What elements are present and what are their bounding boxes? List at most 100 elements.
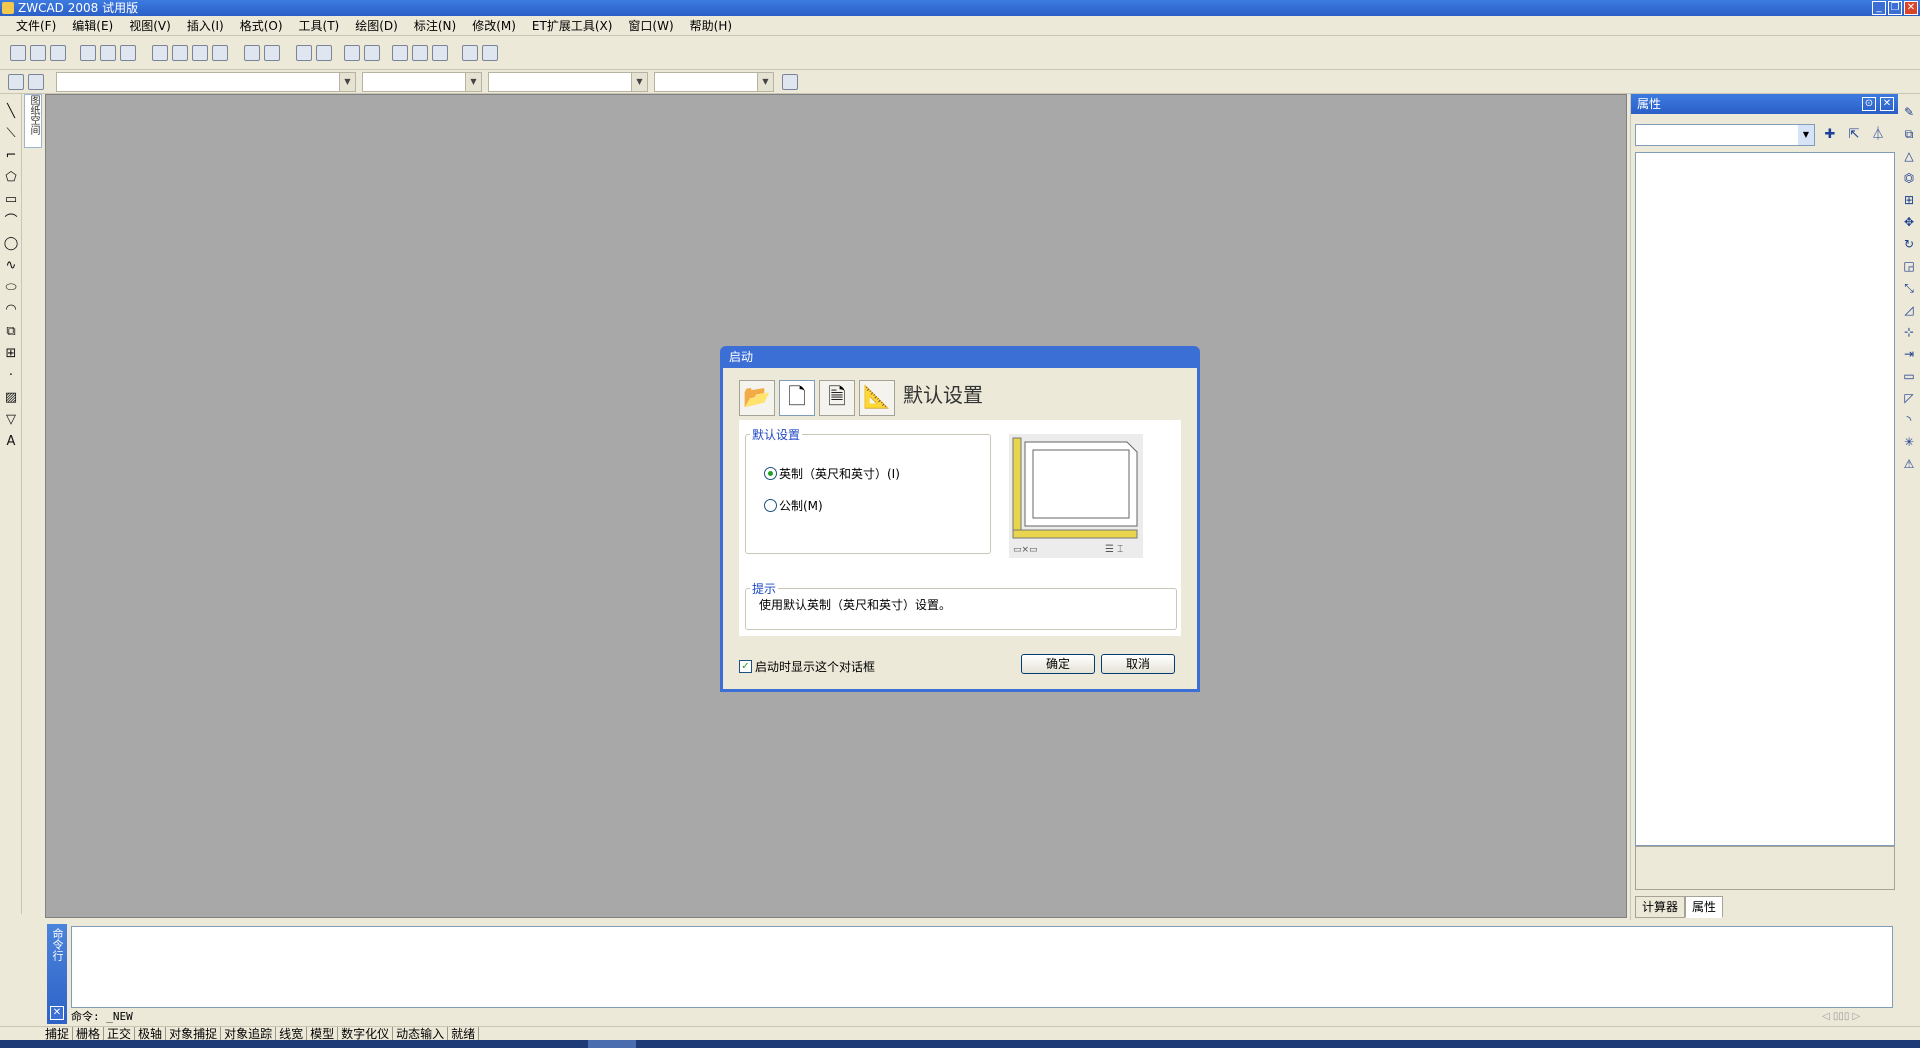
- ellipse-icon[interactable]: ⬭: [3, 280, 19, 296]
- undo-icon[interactable]: [244, 45, 260, 61]
- publish-icon[interactable]: [120, 45, 136, 61]
- design-center-icon[interactable]: [412, 45, 428, 61]
- copy-object-icon[interactable]: ⧉: [1901, 126, 1917, 142]
- zoom-window-icon[interactable]: [344, 45, 360, 61]
- zoom-previous-icon[interactable]: [364, 45, 380, 61]
- restore-icon[interactable]: ❐: [1888, 1, 1902, 15]
- erase-icon[interactable]: ✎: [1901, 104, 1917, 120]
- status-osnap[interactable]: 对象捕捉: [166, 1027, 222, 1041]
- menu-help[interactable]: 帮助(H): [682, 16, 740, 36]
- template-icon[interactable]: 🗎: [819, 380, 855, 416]
- layer-manager-icon[interactable]: [8, 74, 24, 90]
- close-icon[interactable]: ✕: [50, 1006, 64, 1020]
- object-type-dropdown[interactable]: ▼: [1635, 124, 1815, 146]
- copy-icon[interactable]: [172, 45, 188, 61]
- menu-modify[interactable]: 修改(M): [464, 16, 524, 36]
- arc-icon[interactable]: ⌒: [3, 214, 19, 230]
- text-icon[interactable]: A: [3, 434, 19, 450]
- color-dropdown[interactable]: ▼: [362, 72, 482, 92]
- select-objects-icon[interactable]: ⇱: [1845, 126, 1863, 144]
- toggle-pickadd-icon[interactable]: ⏃: [1869, 126, 1887, 144]
- status-ortho[interactable]: 正交: [104, 1027, 136, 1041]
- status-grid[interactable]: 栅格: [73, 1027, 105, 1041]
- command-line[interactable]: 命令: _NEW: [71, 1010, 1893, 1024]
- status-snap[interactable]: 捕捉: [42, 1027, 74, 1041]
- polygon-icon[interactable]: ⬠: [3, 170, 19, 186]
- menu-file[interactable]: 文件(F): [8, 16, 64, 36]
- command-scrollbar[interactable]: ◁ ▯▯▯ ▷: [1822, 1010, 1894, 1024]
- menu-tools[interactable]: 工具(T): [291, 16, 348, 36]
- line-icon[interactable]: ╲: [3, 104, 19, 120]
- offset-icon[interactable]: ⏣: [1901, 170, 1917, 186]
- menu-et-tools[interactable]: ET扩展工具(X): [524, 16, 621, 36]
- ok-button[interactable]: 确定: [1021, 654, 1095, 674]
- construction-line-icon[interactable]: ⟍: [3, 126, 19, 142]
- break-icon[interactable]: ▭: [1901, 368, 1917, 384]
- array-icon[interactable]: ⊞: [1901, 192, 1917, 208]
- minimize-icon[interactable]: _: [1872, 1, 1886, 15]
- mirror-icon[interactable]: △: [1901, 148, 1917, 164]
- trim-icon[interactable]: ⊹: [1901, 324, 1917, 340]
- find-icon[interactable]: [462, 45, 478, 61]
- extend-icon[interactable]: ⇥: [1901, 346, 1917, 362]
- default-settings-icon[interactable]: 🗋: [779, 380, 815, 416]
- menu-draw[interactable]: 绘图(D): [347, 16, 406, 36]
- lengthen-icon[interactable]: ◿: [1901, 302, 1917, 318]
- status-dynamic-input[interactable]: 动态输入: [393, 1027, 449, 1041]
- lineweight-dropdown[interactable]: ▼: [654, 72, 774, 92]
- cancel-button[interactable]: 取消: [1101, 654, 1175, 674]
- layout-tab[interactable]: 图纸空间: [24, 94, 42, 148]
- status-polar[interactable]: 极轴: [135, 1027, 167, 1041]
- tab-properties[interactable]: 属性: [1685, 896, 1724, 918]
- spline-icon[interactable]: ∿: [3, 258, 19, 274]
- redo-icon[interactable]: [264, 45, 280, 61]
- move-icon[interactable]: ✥: [1901, 214, 1917, 230]
- cut-icon[interactable]: [152, 45, 168, 61]
- ellipse-arc-icon[interactable]: ◠: [3, 302, 19, 318]
- menu-format[interactable]: 格式(O): [232, 16, 291, 36]
- print-preview-icon[interactable]: [100, 45, 116, 61]
- imperial-radio[interactable]: 英制（英尺和英寸）(I): [764, 465, 900, 482]
- region-icon[interactable]: ▽: [3, 412, 19, 428]
- close-icon[interactable]: ✕: [1880, 97, 1894, 111]
- rotate-icon[interactable]: ↻: [1901, 236, 1917, 252]
- tool-palette-icon[interactable]: [432, 45, 448, 61]
- properties-icon[interactable]: [392, 45, 408, 61]
- new-icon[interactable]: [10, 45, 26, 61]
- status-otrack[interactable]: 对象追踪: [221, 1027, 277, 1041]
- chamfer-icon[interactable]: ◸: [1901, 390, 1917, 406]
- property-list[interactable]: [1635, 152, 1895, 846]
- menu-window[interactable]: 窗口(W): [620, 16, 681, 36]
- help-icon[interactable]: [482, 45, 498, 61]
- rectangle-icon[interactable]: ▭: [3, 192, 19, 208]
- pan-icon[interactable]: [296, 45, 312, 61]
- status-model[interactable]: 模型: [307, 1027, 339, 1041]
- tab-calculator[interactable]: 计算器: [1635, 896, 1686, 918]
- layer-previous-icon[interactable]: [28, 74, 44, 90]
- match-properties-icon[interactable]: [212, 45, 228, 61]
- menu-insert[interactable]: 插入(I): [179, 16, 232, 36]
- menu-dimension[interactable]: 标注(N): [406, 16, 464, 36]
- hatch-icon[interactable]: ▨: [3, 390, 19, 406]
- plot-style-icon[interactable]: [782, 74, 798, 90]
- stretch-icon[interactable]: ⤡: [1901, 280, 1917, 296]
- quick-select-icon[interactable]: ✚: [1821, 126, 1839, 144]
- save-icon[interactable]: [50, 45, 66, 61]
- warning-icon[interactable]: ⚠: [1901, 456, 1917, 472]
- setup-wizard-icon[interactable]: 📐: [859, 380, 895, 416]
- linetype-dropdown[interactable]: ▼: [488, 72, 648, 92]
- open-icon[interactable]: [30, 45, 46, 61]
- polyline-icon[interactable]: ⌐: [3, 148, 19, 164]
- status-tablet[interactable]: 数字化仪: [338, 1027, 394, 1041]
- menu-edit[interactable]: 编辑(E): [64, 16, 121, 36]
- explode-icon[interactable]: ✳: [1901, 434, 1917, 450]
- make-block-icon[interactable]: ⊞: [3, 346, 19, 362]
- insert-block-icon[interactable]: ⧉: [3, 324, 19, 340]
- taskbar-item[interactable]: [588, 1040, 636, 1048]
- command-history[interactable]: [71, 926, 1893, 1008]
- metric-radio[interactable]: 公制(M): [764, 497, 823, 514]
- layer-dropdown[interactable]: ▼: [56, 72, 356, 92]
- circle-icon[interactable]: ◯: [3, 236, 19, 252]
- pin-icon[interactable]: ⊙: [1862, 97, 1876, 111]
- open-drawing-icon[interactable]: 📂: [739, 380, 775, 416]
